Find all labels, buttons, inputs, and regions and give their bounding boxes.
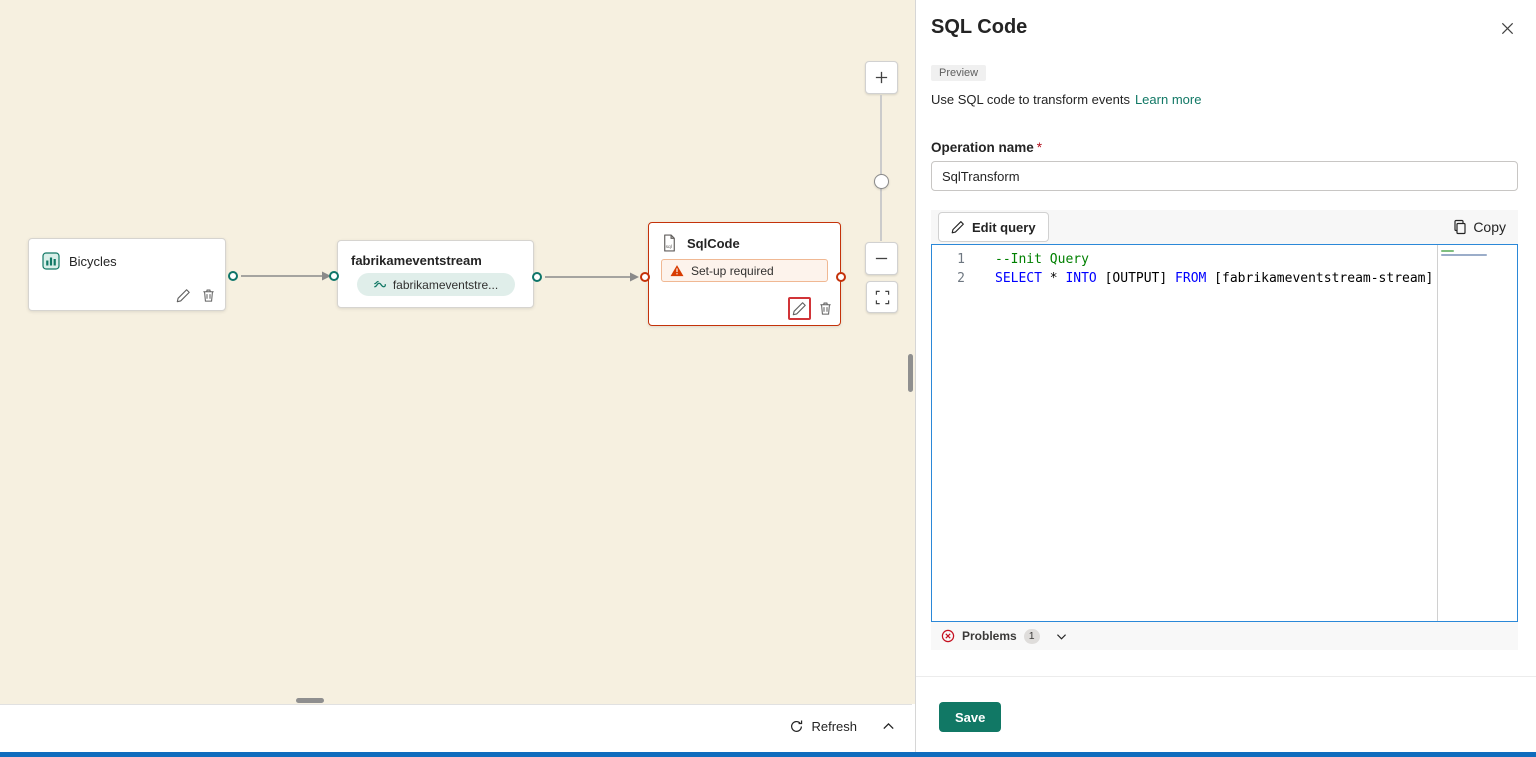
port-bicycles-output[interactable] <box>228 271 238 281</box>
panel-title: SQL Code <box>931 16 1028 38</box>
node-bicycles[interactable]: Bicycles <box>28 238 226 311</box>
stream-badge[interactable]: fabrikameventstre... <box>356 273 515 296</box>
editor-toolbar: Edit query Copy <box>931 210 1518 244</box>
problems-count-badge: 1 <box>1023 628 1040 644</box>
stream-badge-label: fabrikameventstre... <box>392 277 499 292</box>
stream-icon <box>373 278 387 292</box>
minus-icon <box>875 257 888 260</box>
fit-to-screen-button[interactable] <box>866 281 898 313</box>
refresh-icon <box>789 719 804 734</box>
zoom-in-button[interactable] <box>865 61 898 94</box>
editor-minimap[interactable] <box>1437 245 1517 621</box>
port-eventstream-output[interactable] <box>532 272 542 282</box>
node-fabrikameventstream[interactable]: fabrikameventstream fabrikameventstre... <box>337 240 534 308</box>
refresh-label: Refresh <box>811 718 857 734</box>
panel-divider <box>916 676 1536 677</box>
pencil-highlight-box <box>788 297 811 320</box>
preview-badge: Preview <box>931 65 987 81</box>
sql-code-editor[interactable]: 12 --Init Query SELECT * INTO [OUTPUT] FR… <box>931 244 1518 622</box>
close-icon[interactable] <box>1496 17 1518 39</box>
port-sqlcode-input[interactable] <box>640 272 650 282</box>
delete-trash-icon[interactable] <box>818 301 833 316</box>
required-asterisk: * <box>1036 140 1043 155</box>
zoom-slider-track <box>880 95 882 241</box>
setup-required-banner: Set-up required <box>661 259 828 282</box>
sql-document-icon: sql <box>661 234 678 252</box>
edit-pencil-icon[interactable] <box>792 301 807 316</box>
canvas-footer: Refresh <box>0 704 912 747</box>
chevron-down-icon[interactable] <box>1055 630 1068 643</box>
description-text: Use SQL code to transform events <box>931 92 1130 107</box>
edit-query-button[interactable]: Edit query <box>938 212 1049 242</box>
plus-icon <box>875 71 888 84</box>
setup-required-label: Set-up required <box>691 263 774 278</box>
node-sqlcode[interactable]: sql SqlCode Set-up required <box>648 222 841 326</box>
collapse-chevron-up-icon[interactable] <box>881 719 896 734</box>
copy-button[interactable]: Copy <box>1452 219 1506 235</box>
warning-icon <box>670 264 684 277</box>
sql-code-panel: SQL Code Preview Use SQL code to transfo… <box>915 0 1536 752</box>
fit-to-screen-icon <box>875 290 889 304</box>
learn-more-link[interactable]: Learn more <box>1135 92 1201 107</box>
edit-query-label: Edit query <box>972 219 1036 235</box>
operation-name-label: Operation name * <box>931 140 1043 155</box>
editor-gutter: 12 <box>957 252 965 286</box>
save-button[interactable]: Save <box>939 702 1002 732</box>
operation-name-input[interactable] <box>931 161 1518 191</box>
horizontal-scrollbar[interactable] <box>296 698 324 703</box>
edge-connections <box>241 271 639 282</box>
port-eventstream-input[interactable] <box>329 271 339 281</box>
node-eventstream-title: fabrikameventstream <box>351 253 482 268</box>
refresh-button[interactable]: Refresh <box>789 719 857 734</box>
problems-bar[interactable]: Problems 1 <box>931 622 1518 650</box>
error-circle-icon <box>941 629 955 643</box>
problems-label: Problems <box>962 629 1017 643</box>
port-sqlcode-output[interactable] <box>836 272 846 282</box>
delete-trash-icon[interactable] <box>201 288 216 303</box>
zoom-out-button[interactable] <box>865 242 898 275</box>
bicycles-dataset-icon <box>42 252 60 270</box>
node-bicycles-title: Bicycles <box>69 253 117 269</box>
minimap-line <box>1441 250 1454 252</box>
node-sqlcode-title: SqlCode <box>687 235 740 251</box>
minimap-line <box>1441 254 1487 256</box>
copy-icon <box>1452 219 1468 235</box>
eventstream-canvas[interactable]: Bicycles fabrikameventstream fabrikameve… <box>0 0 915 704</box>
panel-description: Use SQL code to transform events Learn m… <box>931 92 1201 107</box>
bottom-accent-strip <box>0 752 1536 757</box>
zoom-slider-handle[interactable] <box>874 174 889 189</box>
edit-pencil-icon[interactable] <box>176 288 191 303</box>
copy-label: Copy <box>1473 219 1506 235</box>
svg-text:sql: sql <box>666 244 672 250</box>
edit-pencil-icon <box>951 220 965 234</box>
vertical-scrollbar[interactable] <box>908 354 913 392</box>
